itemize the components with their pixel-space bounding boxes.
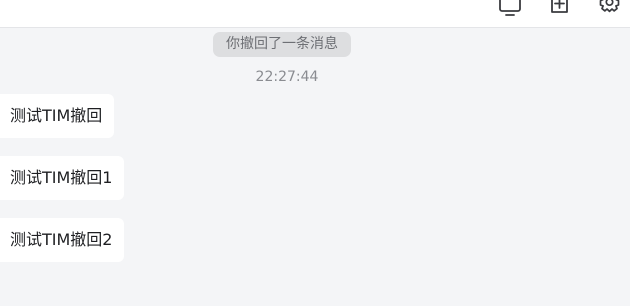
screen-share-icon[interactable] bbox=[497, 0, 523, 18]
message-bubble[interactable]: 测试TIM撤回1 bbox=[0, 156, 125, 200]
chat-header-toolbar bbox=[0, 0, 630, 28]
chat-window: 你撤回了一条消息 22:27:44 测试TIM撤回 测试TIM撤回1 测试TIM… bbox=[0, 0, 630, 306]
add-member-icon[interactable] bbox=[547, 0, 573, 18]
recall-notice: 你撤回了一条消息 bbox=[213, 32, 351, 57]
settings-gear-icon[interactable] bbox=[597, 0, 623, 18]
message-timestamp: 22:27:44 bbox=[255, 69, 319, 85]
message-bubble[interactable]: 测试TIM撤回2 bbox=[0, 218, 125, 262]
message-list[interactable]: 你撤回了一条消息 22:27:44 测试TIM撤回 测试TIM撤回1 测试TIM… bbox=[0, 28, 630, 306]
message-bubble[interactable]: 测试TIM撤回 bbox=[0, 94, 115, 138]
